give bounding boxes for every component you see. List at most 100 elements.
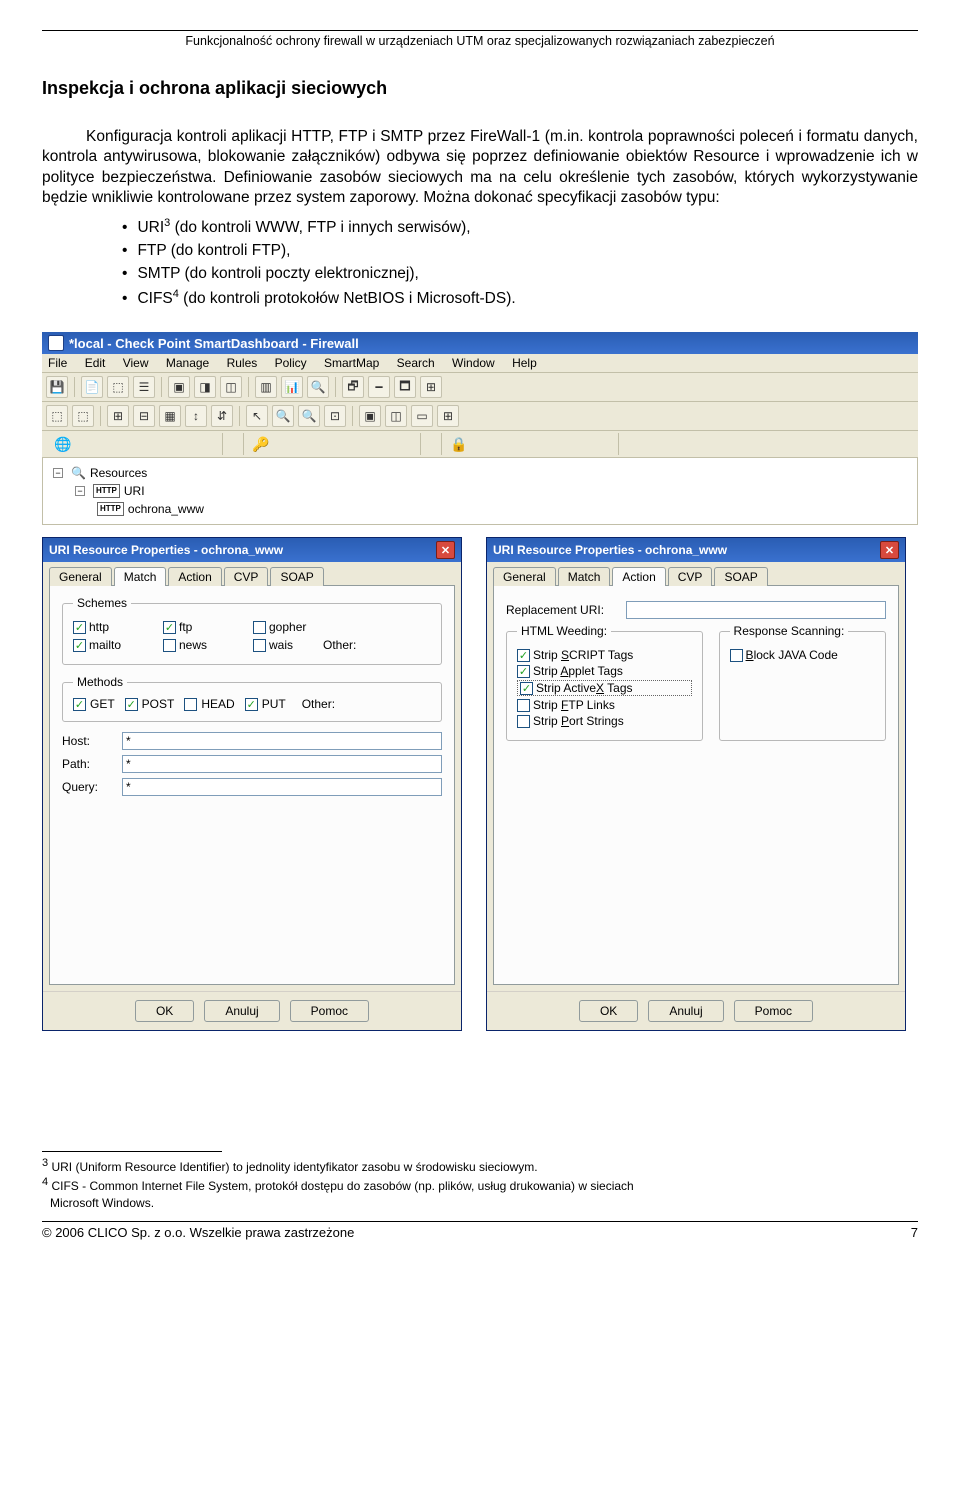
tab-match[interactable]: Match (114, 567, 167, 586)
tab-soap[interactable]: SOAP (270, 567, 323, 586)
help-button[interactable]: Pomoc (290, 1000, 369, 1022)
tool-icon[interactable]: 📊 (281, 376, 303, 398)
cb-get[interactable] (73, 698, 86, 711)
menu-edit[interactable]: Edit (85, 356, 106, 370)
object-cell[interactable]: 🔒 (441, 433, 619, 455)
cb-mailto[interactable]: mailto (73, 638, 163, 652)
checkbox-icon[interactable] (520, 682, 533, 695)
tool-icon[interactable]: ☰ (133, 376, 155, 398)
tool-icon[interactable]: 🗖 (394, 376, 416, 398)
close-icon[interactable]: ✕ (880, 541, 899, 559)
checkbox-icon[interactable] (730, 649, 743, 662)
tab-general[interactable]: General (493, 567, 556, 586)
tool-icon[interactable]: ⊞ (420, 376, 442, 398)
replacement-input[interactable] (626, 601, 886, 619)
checkbox-icon[interactable] (517, 715, 530, 728)
tool-icon[interactable]: 🗗 (342, 376, 364, 398)
tool-icon[interactable]: ▭ (411, 405, 433, 427)
cb-strip-ftp[interactable]: Strip FTP Links (517, 698, 692, 712)
menu-bar[interactable]: File Edit View Manage Rules Policy Smart… (42, 354, 918, 373)
tool-icon[interactable]: ◫ (385, 405, 407, 427)
menu-view[interactable]: View (123, 356, 149, 370)
cb-put[interactable] (245, 698, 258, 711)
cb-strip-applet[interactable]: Strip Applet Tags (517, 664, 692, 678)
methods-group: Methods GET POST HEAD PUT Other: (62, 675, 442, 722)
cb-news[interactable]: news (163, 638, 253, 652)
ok-button[interactable]: OK (135, 1000, 194, 1022)
menu-help[interactable]: Help (512, 356, 537, 370)
tab-cvp[interactable]: CVP (224, 567, 269, 586)
tool-icon[interactable]: ▣ (359, 405, 381, 427)
object-cell[interactable]: 🌐 (46, 433, 223, 455)
tab-general[interactable]: General (49, 567, 112, 586)
menu-policy[interactable]: Policy (275, 356, 307, 370)
cancel-button[interactable]: Anuluj (204, 1000, 279, 1022)
host-row: Host: (62, 732, 442, 750)
zoom-in-icon[interactable]: 🔍 (272, 405, 294, 427)
cancel-button[interactable]: Anuluj (648, 1000, 723, 1022)
tool-icon[interactable]: ⇵ (211, 405, 233, 427)
cb-wais[interactable]: wais (253, 638, 323, 652)
tree-node-uri[interactable]: −HTTP URI (53, 482, 907, 500)
cb-http[interactable]: http (73, 620, 163, 634)
tool-icon[interactable]: ⊞ (437, 405, 459, 427)
checkbox-icon[interactable] (517, 649, 530, 662)
tool-icon[interactable]: ⬚ (107, 376, 129, 398)
pointer-icon[interactable]: ↖ (246, 405, 268, 427)
save-icon[interactable]: 💾 (46, 376, 68, 398)
tool-icon[interactable]: ◨ (194, 376, 216, 398)
tab-action[interactable]: Action (168, 567, 221, 586)
tool-icon[interactable]: ⊡ (324, 405, 346, 427)
tool-icon[interactable]: ▦ (159, 405, 181, 427)
checkbox-icon[interactable] (253, 621, 266, 634)
host-input[interactable] (122, 732, 442, 750)
checkbox-icon[interactable] (517, 699, 530, 712)
zoom-out-icon[interactable]: 🔍 (298, 405, 320, 427)
path-input[interactable] (122, 755, 442, 773)
menu-manage[interactable]: Manage (166, 356, 209, 370)
tab-match[interactable]: Match (558, 567, 611, 586)
tool-icon[interactable]: 🗕 (368, 376, 390, 398)
tool-icon[interactable]: 📄 (81, 376, 103, 398)
menu-smartmap[interactable]: SmartMap (324, 356, 379, 370)
cb-block-java[interactable]: Block JAVA Code (730, 648, 875, 662)
help-button[interactable]: Pomoc (734, 1000, 813, 1022)
tool-icon[interactable]: ▥ (255, 376, 277, 398)
checkbox-icon[interactable] (163, 639, 176, 652)
checkbox-icon[interactable] (253, 639, 266, 652)
query-input[interactable] (122, 778, 442, 796)
menu-window[interactable]: Window (452, 356, 495, 370)
close-icon[interactable]: ✕ (436, 541, 455, 559)
tab-action[interactable]: Action (612, 567, 665, 586)
tree-root[interactable]: −🔍 Resources (53, 464, 907, 482)
object-cell[interactable]: 🔑 (243, 433, 421, 455)
checkbox-icon[interactable] (517, 665, 530, 678)
menu-rules[interactable]: Rules (227, 356, 258, 370)
menu-search[interactable]: Search (397, 356, 435, 370)
footnote-4b: Microsoft Windows. (42, 1195, 918, 1211)
tree-leaf[interactable]: HTTP ochrona_www (53, 500, 907, 518)
ok-button[interactable]: OK (579, 1000, 638, 1022)
cb-ftp[interactable]: ftp (163, 620, 253, 634)
tool-icon[interactable]: ◫ (220, 376, 242, 398)
tool-icon[interactable]: 🔍 (307, 376, 329, 398)
tool-icon[interactable]: ⬚ (72, 405, 94, 427)
tab-soap[interactable]: SOAP (714, 567, 767, 586)
cb-gopher[interactable]: gopher (253, 620, 363, 634)
tool-icon[interactable]: ⊟ (133, 405, 155, 427)
tool-icon[interactable]: ↕ (185, 405, 207, 427)
cb-strip-port[interactable]: Strip Port Strings (517, 714, 692, 728)
cb-strip-script[interactable]: Strip SCRIPT Tags (517, 648, 692, 662)
tool-icon[interactable]: ⊞ (107, 405, 129, 427)
cb-post[interactable] (125, 698, 138, 711)
tool-icon[interactable]: ⬚ (46, 405, 68, 427)
tab-cvp[interactable]: CVP (668, 567, 713, 586)
menu-file[interactable]: File (48, 356, 67, 370)
checkbox-icon[interactable] (163, 621, 176, 634)
cb-strip-activex[interactable]: Strip ActiveX Tags (517, 680, 692, 696)
cb-head[interactable] (184, 698, 197, 711)
checkbox-icon[interactable] (73, 621, 86, 634)
tool-icon[interactable]: ▣ (168, 376, 190, 398)
resource-tree[interactable]: −🔍 Resources −HTTP URI HTTP ochrona_www (42, 458, 918, 525)
checkbox-icon[interactable] (73, 639, 86, 652)
